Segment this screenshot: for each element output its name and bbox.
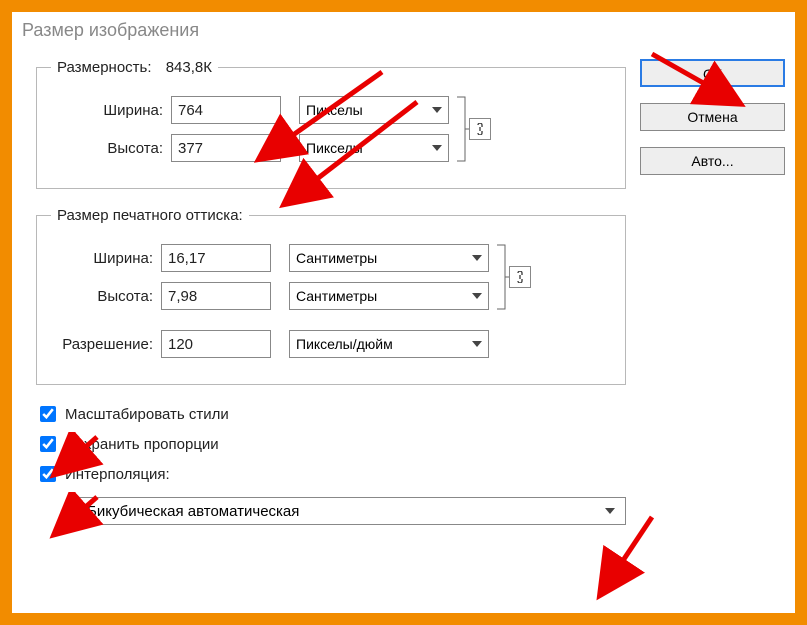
scale-styles-checkbox[interactable]: Масштабировать стили	[36, 403, 626, 425]
resolution-label: Разрешение:	[51, 336, 161, 353]
chevron-down-icon	[472, 255, 482, 261]
resolution-unit-value: Пикселы/дюйм	[296, 336, 393, 352]
constrain-proportions-checkbox[interactable]: Сохранить пропорции	[36, 433, 626, 455]
chevron-down-icon	[472, 293, 482, 299]
print-width-unit-select[interactable]: Сантиметры	[289, 244, 489, 272]
interpolation-method-select[interactable]: Бикубическая автоматическая	[76, 497, 626, 525]
constrain-label: Сохранить пропорции	[65, 436, 219, 453]
resolution-unit-select[interactable]: Пикселы/дюйм	[289, 330, 489, 358]
height-input[interactable]	[171, 134, 281, 162]
chevron-down-icon	[432, 145, 442, 151]
auto-button[interactable]: Авто...	[640, 147, 785, 175]
image-size-dialog: Размер изображения Размерность: 843,8К Ш…	[12, 12, 795, 613]
chevron-down-icon	[605, 508, 615, 514]
interpolation-method-value: Бикубическая автоматическая	[87, 503, 299, 520]
width-unit-value: Пикселы	[306, 102, 363, 118]
ok-button[interactable]: ОК	[640, 59, 785, 87]
resolution-input[interactable]	[161, 330, 271, 358]
dimensions-legend: Размерность:	[57, 59, 152, 76]
link-bracket-icon	[455, 95, 469, 163]
interp-label: Интерполяция:	[65, 466, 170, 483]
dimensions-size: 843,8К	[166, 59, 212, 76]
print-width-unit-value: Сантиметры	[296, 250, 377, 266]
pixel-dimensions-group: Размерность: 843,8К Ширина: Пикселы	[36, 59, 626, 189]
print-height-unit-select[interactable]: Сантиметры	[289, 282, 489, 310]
height-unit-value: Пикселы	[306, 140, 363, 156]
height-label: Высота:	[51, 140, 171, 157]
constrain-input[interactable]	[40, 436, 56, 452]
cancel-button[interactable]: Отмена	[640, 103, 785, 131]
interpolation-checkbox[interactable]: Интерполяция:	[36, 463, 626, 485]
print-legend: Размер печатного оттиска:	[51, 207, 249, 224]
interp-input[interactable]	[40, 466, 56, 482]
link-icon[interactable]	[509, 266, 531, 288]
window-title: Размер изображения	[12, 12, 795, 49]
width-input[interactable]	[171, 96, 281, 124]
height-unit-select[interactable]: Пикселы	[299, 134, 449, 162]
width-unit-select[interactable]: Пикселы	[299, 96, 449, 124]
chevron-down-icon	[472, 341, 482, 347]
scale-styles-label: Масштабировать стили	[65, 406, 229, 423]
print-size-group: Размер печатного оттиска: Ширина: Сантим…	[36, 207, 626, 385]
chevron-down-icon	[432, 107, 442, 113]
print-width-input[interactable]	[161, 244, 271, 272]
width-label: Ширина:	[51, 102, 171, 119]
link-icon[interactable]	[469, 118, 491, 140]
print-width-label: Ширина:	[51, 250, 161, 267]
print-height-input[interactable]	[161, 282, 271, 310]
print-height-unit-value: Сантиметры	[296, 288, 377, 304]
scale-styles-input[interactable]	[40, 406, 56, 422]
print-height-label: Высота:	[51, 288, 161, 305]
link-bracket-icon	[495, 243, 509, 311]
